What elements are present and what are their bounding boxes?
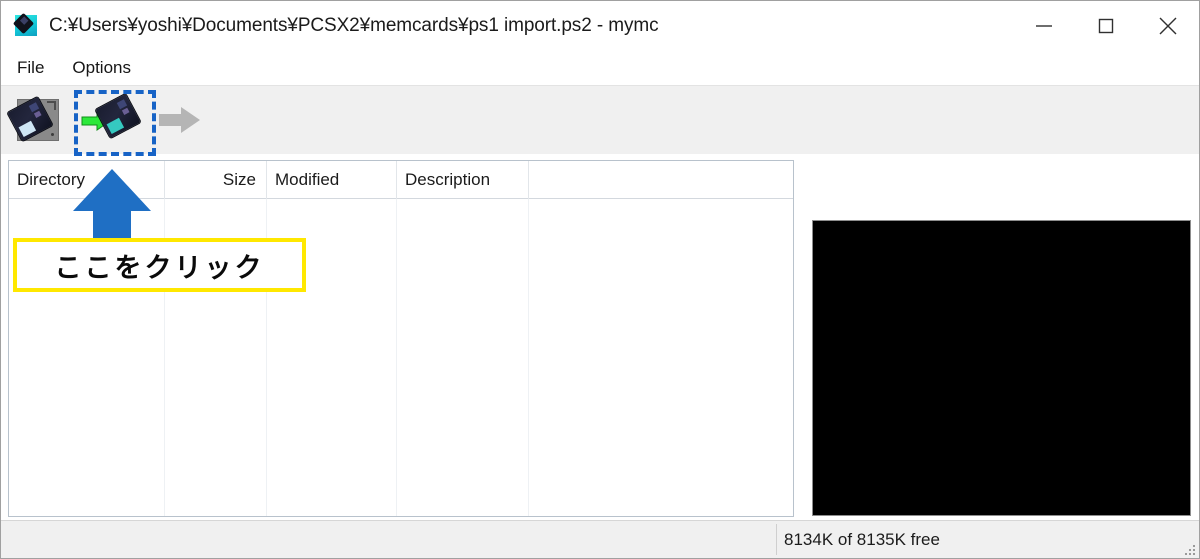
window-controls: [1013, 1, 1199, 51]
maximize-button[interactable]: [1075, 1, 1137, 51]
maximize-icon: [1098, 18, 1114, 34]
column-header-description[interactable]: Description: [397, 161, 529, 199]
open-memcard-button[interactable]: [5, 91, 67, 149]
minimize-icon: [1036, 25, 1052, 27]
menu-item-file[interactable]: File: [15, 56, 46, 80]
status-free-space: 8134K of 8135K free: [784, 529, 940, 549]
export-save-button: [149, 91, 211, 149]
column-body-description: [397, 199, 529, 516]
grey-arrow-icon: [159, 107, 200, 133]
annotation-callout: ここをクリック: [13, 238, 306, 292]
status-bar: 8134K of 8135K free: [1, 520, 1199, 558]
column-header-filler[interactable]: [529, 161, 793, 199]
title-bar: C:¥Users¥yoshi¥Documents¥PCSX2¥memcards¥…: [1, 1, 1199, 51]
memcard-icon: [12, 12, 39, 39]
status-separator: [776, 524, 777, 555]
save-icon-preview[interactable]: [812, 220, 1191, 516]
window-title: C:¥Users¥yoshi¥Documents¥PCSX2¥memcards¥…: [49, 15, 659, 36]
close-icon: [1159, 17, 1177, 35]
toolbar: [1, 85, 1199, 154]
minimize-button[interactable]: [1013, 1, 1075, 51]
menu-bar: File Options: [1, 51, 1199, 85]
column-header-modified[interactable]: Modified: [267, 161, 397, 199]
resize-grip-icon[interactable]: [1181, 541, 1195, 555]
annotation-text: ここをクリック: [54, 252, 265, 284]
menu-item-options[interactable]: Options: [70, 56, 133, 80]
import-button-highlight: [74, 90, 156, 156]
column-header-size[interactable]: Size: [165, 161, 267, 199]
mymc-window: C:¥Users¥yoshi¥Documents¥PCSX2¥memcards¥…: [0, 0, 1200, 559]
close-button[interactable]: [1137, 1, 1199, 51]
